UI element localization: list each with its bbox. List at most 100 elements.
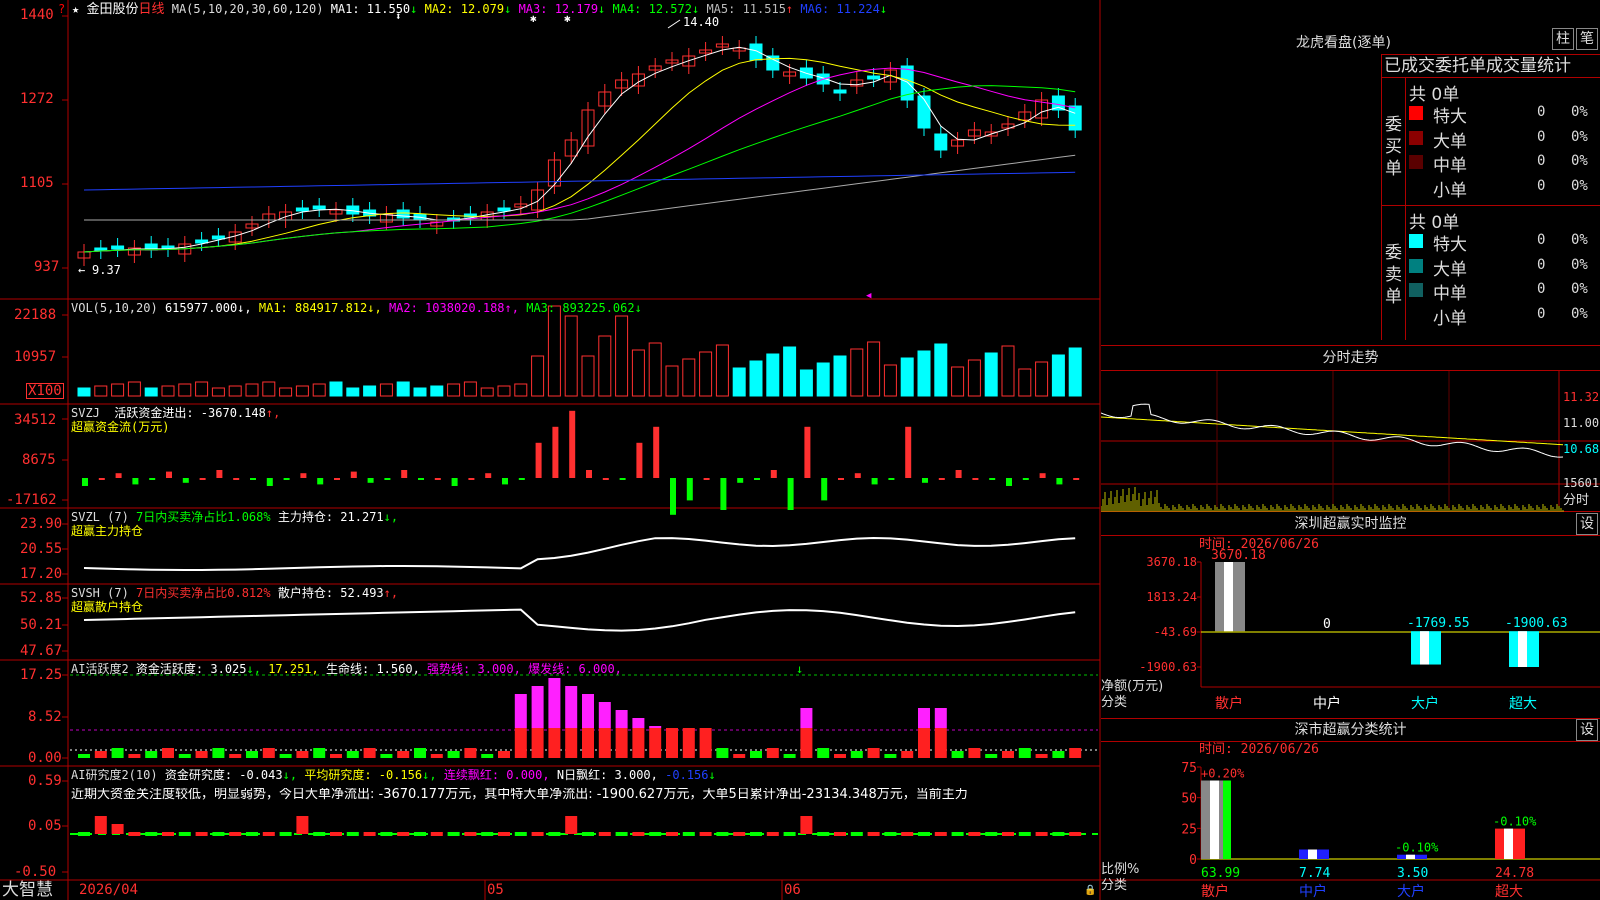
air-bar [481,832,494,836]
classify-bar [1201,780,1231,859]
ai-bar [195,751,208,758]
vol-bar [1051,354,1065,397]
ai-axis-1: 17.25 [20,667,63,683]
ai-bar [649,728,662,758]
air-bar [212,832,225,836]
air-bar [229,832,242,836]
ai-bar [313,748,326,758]
ai-bar [1018,748,1031,758]
svzj-bar [804,426,811,478]
side-label: 委卖单 [1385,243,1402,307]
vol-bar [127,381,141,397]
svzj-bar [653,426,660,478]
monitor-category: 超大 [1509,696,1537,712]
classify-value-label: 24.78 [1495,866,1534,881]
svsh-axis-3: 47.67 [20,643,63,659]
ai-bar [582,728,594,758]
air-bar [951,832,964,836]
classify-bar-shine [1308,849,1317,859]
svzj-axis-2: 8675 [22,452,56,468]
vol-bar [951,366,965,397]
svzj-bar [182,478,189,483]
classify-axis-label: 75 [1181,761,1197,776]
intraday-price-1: 11.32 [1563,390,1600,404]
svzj-bar [216,470,223,478]
air-bar [766,832,779,836]
svzj-bar [317,478,324,485]
classify-bar [1397,854,1427,859]
color-swatch [1409,283,1423,297]
period-label[interactable]: 日线 [138,2,164,17]
vol-bar [379,383,393,397]
ai-bar-top [582,694,594,728]
air-bar [649,832,662,836]
air-bar [178,832,191,836]
monitor-category: 散户 [1215,695,1243,712]
vol-bar [1001,345,1015,397]
tick-mode-button[interactable]: 笔 [1576,28,1598,50]
svzj-bar [283,478,290,480]
ai-bar-top [934,708,947,728]
svzj-bar [1039,473,1046,478]
svzj-bar [98,478,105,480]
intraday-panel[interactable]: 分时走势 11.32 11.00 10.68 15601 分时 [1101,346,1600,512]
vol-bar [447,383,461,397]
lock-icon[interactable]: 🔒 [1084,884,1096,898]
ai-bar-top [649,726,662,728]
svsh-header: SVSH (7) 7日内买卖净占比0.812% 散户持仓: 52.493↑, 超… [71,586,399,614]
longhu-title: 龙虎看盘(逐单) [1296,35,1391,51]
ai-bar [615,728,628,758]
ai-bar [514,728,527,758]
svzj-bar [266,478,273,486]
svzj-bar [250,478,256,480]
svzj-bar [602,478,609,480]
ai-bar [1052,751,1065,758]
ai-bar [464,748,477,758]
monitor-bar [1215,562,1245,632]
classify-bar-edge [1223,780,1231,859]
ai-bar [901,751,914,758]
ai-axis-3: 0.00 [28,750,62,766]
star-icon[interactable]: ★ [72,2,79,16]
ma-line-2 [83,57,1076,253]
ai-header: AI活跃度2 资金活跃度: 3.025↓, 17.251, 生命线: 1.560… [71,662,622,676]
ai-bar [783,754,796,758]
vol-bar [598,335,612,397]
svzj-bar [166,471,172,478]
svzj-axis-3: -17162 [6,492,57,508]
air-bar [1052,832,1065,836]
vol-bar [867,341,881,397]
air-bar [1018,832,1031,836]
svsh-axis-1: 52.85 [20,590,63,606]
svzj-bar [787,478,794,510]
order-row: 特大 0 0% [1409,102,1599,127]
vol-bar [749,360,763,397]
svzj-bar [737,478,744,483]
date-label-2: 05 [487,882,504,898]
ai-bar [884,754,897,758]
intraday-price-2: 11.00 [1563,416,1600,430]
sz-monitor-chart: 3670.18 1813.24 -43.69 -1900.63 3670.18 散户 0 中户… [1139,548,1600,712]
svzj-bar [686,478,693,501]
air-bar [934,832,947,836]
classify-axis-label: 50 [1181,792,1197,807]
ai-bar [733,754,746,758]
svzj-bar [720,478,727,510]
candle [749,43,763,61]
monitor-bar-shine [1420,631,1429,665]
intraday-chart[interactable] [1101,371,1600,512]
svzj-bar [384,478,391,480]
vol-bar [463,381,477,397]
bar-mode-button[interactable]: 柱 [1552,28,1574,50]
ai-bar-top [565,686,578,728]
air-bar [918,832,930,836]
air-bar [615,832,628,836]
svzj-bar [854,473,861,478]
ai-bar-top [598,702,611,728]
monitor-value-label: -1769.55 [1407,616,1470,631]
ai-bar [111,748,124,758]
ai-bar [1069,748,1082,758]
ai-bar [346,751,359,758]
classify-axis-label: 0 [1189,853,1197,868]
ai-bar [380,754,393,758]
